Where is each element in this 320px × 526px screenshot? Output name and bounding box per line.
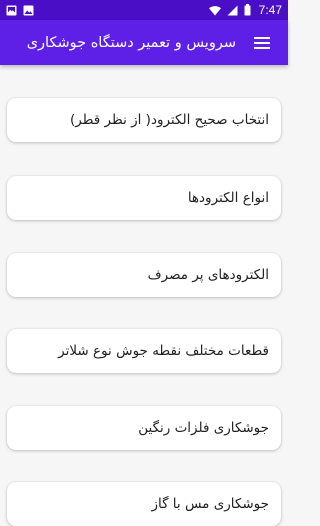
list-item-label: جوشکاری فلزات رنگین (138, 420, 269, 436)
wifi-icon (208, 1, 221, 20)
list-item[interactable]: انواع الکترودها (7, 176, 281, 220)
photo-icon (23, 1, 34, 20)
list-item-label: جوشکاری مس با گاز (151, 496, 269, 512)
list-item-label: الکترودهای پر مصرف (147, 267, 269, 283)
menu-button[interactable] (244, 20, 280, 65)
list-item[interactable]: جوشکاری مس با گاز (7, 482, 281, 526)
hamburger-menu-icon (254, 36, 270, 49)
image-icon (6, 1, 17, 20)
status-time: 7:47 (258, 3, 282, 17)
app-bar: سرویس و تعمیر دستگاه جوشکاری (0, 20, 288, 65)
list-item-label: قطعات مختلف نقطه جوش نوع شلاتر (58, 343, 269, 359)
status-right-icons: 7:47 (208, 0, 282, 20)
list-item[interactable]: قطعات مختلف نقطه جوش نوع شلاتر (7, 329, 281, 373)
list-item[interactable]: جوشکاری فلزات رنگین (7, 406, 281, 450)
list-item-label: انتخاب صحیح الکترود( از نظر قطر) (70, 112, 269, 128)
status-left-icons (6, 1, 34, 20)
battery-icon (244, 1, 251, 20)
status-bar: 7:47 (0, 0, 288, 20)
list-item-label: انواع الکترودها (187, 190, 269, 206)
list-item[interactable]: انتخاب صحیح الکترود( از نظر قطر) (7, 98, 281, 142)
topics-list: انتخاب صحیح الکترود( از نظر قطر) انواع ا… (0, 65, 288, 526)
app-title: سرویس و تعمیر دستگاه جوشکاری (26, 34, 236, 51)
signal-icon (227, 1, 238, 20)
list-item[interactable]: الکترودهای پر مصرف (7, 253, 281, 297)
